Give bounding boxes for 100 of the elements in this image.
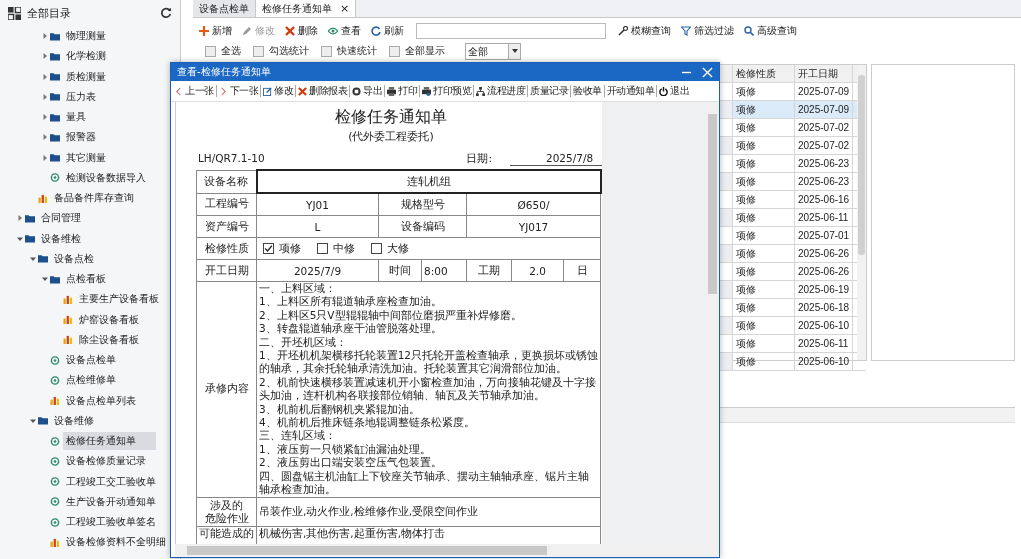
field-label: 工期 bbox=[466, 259, 512, 282]
printer-icon bbox=[422, 86, 431, 96]
caret-icon[interactable] bbox=[42, 134, 48, 141]
table-cell: 项修 bbox=[733, 191, 795, 208]
toolbar-button[interactable]: 查看 bbox=[326, 24, 363, 38]
search-option-button[interactable]: 高级查询 bbox=[742, 24, 799, 38]
dialog-toolbar-button[interactable]: 退出 bbox=[658, 84, 690, 98]
text-line: 三、连轧区域： bbox=[259, 429, 337, 443]
tab[interactable]: 设备点检单 bbox=[193, 0, 256, 17]
scope-dropdown[interactable]: 全部 bbox=[465, 42, 521, 60]
table-cell: 项修 bbox=[733, 353, 795, 370]
folder-icon bbox=[37, 254, 48, 264]
tree-item[interactable]: 其它测量 bbox=[63, 148, 109, 167]
gear-icon bbox=[50, 173, 60, 183]
checkbox[interactable] bbox=[253, 45, 264, 57]
tree-item[interactable]: 点检维修单 bbox=[63, 371, 119, 390]
toolbar-button[interactable]: 刷新 bbox=[369, 24, 406, 38]
table-cell: 2025-07-02 bbox=[795, 137, 853, 154]
dialog-toolbar-button[interactable]: 删除报表 bbox=[297, 84, 348, 98]
caret-icon[interactable] bbox=[17, 235, 23, 242]
tree-item[interactable]: 合同管理 bbox=[38, 209, 84, 228]
tree-item[interactable]: 主要生产设备看板 bbox=[75, 290, 162, 309]
caret-icon[interactable] bbox=[42, 73, 48, 80]
caret-icon[interactable] bbox=[42, 276, 48, 283]
caret-icon[interactable] bbox=[29, 417, 36, 424]
column-header[interactable]: 开工日期 bbox=[795, 65, 853, 82]
toolbar-button[interactable]: 删除 bbox=[283, 24, 320, 38]
caret-icon[interactable] bbox=[17, 215, 23, 222]
dialog-toolbar-button[interactable]: 上一张 bbox=[173, 84, 215, 98]
tree-item[interactable]: 备品备件库存查询 bbox=[50, 189, 137, 208]
caret-icon[interactable] bbox=[42, 53, 48, 60]
scrollbar[interactable] bbox=[706, 102, 719, 557]
checkbox[interactable] bbox=[371, 243, 382, 254]
table-cell: 项修 bbox=[733, 209, 795, 226]
checkbox[interactable] bbox=[317, 243, 328, 254]
tree-item[interactable]: 物理测量 bbox=[63, 27, 109, 46]
toolbar-button[interactable]: 新增 bbox=[197, 24, 234, 38]
dialog-toolbar-button[interactable]: 导出 bbox=[351, 84, 383, 98]
caret-icon[interactable] bbox=[42, 33, 48, 40]
field-label: 危险作业 bbox=[203, 511, 250, 525]
column-header[interactable]: 检修性质 bbox=[733, 65, 795, 82]
tab[interactable]: 检修任务通知单 × bbox=[256, 0, 357, 17]
tree-item[interactable]: 设备检修质量记录 bbox=[63, 452, 149, 471]
tree-item[interactable]: 生产设备开动通知单 bbox=[63, 492, 159, 511]
dialog-toolbar-button[interactable]: 修改 bbox=[262, 84, 294, 98]
tree-item[interactable]: 除尘设备看板 bbox=[75, 330, 142, 349]
refresh-icon[interactable] bbox=[160, 7, 172, 19]
checkbox-label: 全选 bbox=[221, 44, 241, 58]
checkbox-label: 快速统计 bbox=[337, 44, 377, 58]
search-option-button[interactable]: 筛选过滤 bbox=[679, 24, 736, 38]
search-option-button[interactable]: 模糊查询 bbox=[616, 24, 673, 38]
tree-item[interactable]: 设备点检 bbox=[50, 249, 97, 268]
sidebar-title: 全部目录 bbox=[27, 5, 72, 21]
form-subtitle: (代外委工程委托) bbox=[347, 129, 435, 144]
tree-item[interactable]: 检测设备数据导入 bbox=[63, 168, 149, 187]
folder-icon bbox=[37, 416, 48, 426]
caret-icon[interactable] bbox=[42, 93, 48, 100]
tree-item[interactable]: 炉窑设备看板 bbox=[75, 310, 142, 329]
tree-item[interactable]: 质检测量 bbox=[63, 67, 109, 86]
field-label: 检修性质 bbox=[196, 237, 257, 260]
tree-item[interactable]: 设备维检 bbox=[38, 229, 84, 248]
dialog-toolbar-button[interactable]: 验收单 bbox=[572, 84, 603, 98]
checkbox[interactable] bbox=[321, 45, 332, 57]
dialog-toolbar-button[interactable]: 质量记录 bbox=[529, 84, 569, 98]
tree-item[interactable]: 检修任务通知单 bbox=[63, 432, 156, 451]
form-code: LH/QR7.1-10 bbox=[198, 152, 265, 166]
tree-item[interactable]: 设备检修资料不全明细 bbox=[63, 533, 169, 552]
caret-icon[interactable] bbox=[42, 154, 48, 161]
tree-item[interactable]: 工程竣工验收单签名 bbox=[63, 513, 159, 532]
dialog-toolbar-button[interactable]: 打印预览 bbox=[421, 84, 472, 98]
checkbox[interactable] bbox=[389, 45, 400, 57]
dialog-toolbar-button[interactable]: 开动通知单 bbox=[605, 84, 655, 98]
table-cell: 2025-06-23 bbox=[795, 173, 853, 190]
tree-item[interactable]: 设备点检单列表 bbox=[63, 391, 139, 410]
tree-item[interactable]: 设备点检单 bbox=[63, 351, 119, 370]
tree-item[interactable]: 量具 bbox=[63, 108, 89, 127]
dialog-toolbar-button[interactable]: 下一张 bbox=[217, 84, 259, 98]
close-icon[interactable] bbox=[702, 66, 713, 78]
caret-icon[interactable] bbox=[42, 114, 48, 121]
field-label: 时间 bbox=[378, 259, 422, 282]
tree-item[interactable]: 报警器 bbox=[63, 128, 99, 147]
checkbox[interactable] bbox=[263, 243, 274, 254]
table-cell: 项修 bbox=[733, 299, 795, 316]
tree-item[interactable]: 点检看板 bbox=[63, 270, 109, 289]
folder-icon bbox=[50, 274, 60, 284]
tree-item[interactable]: 工程竣工交工验收单 bbox=[63, 472, 159, 491]
checkbox[interactable] bbox=[205, 45, 216, 57]
dialog-toolbar-button[interactable]: 流程进度 bbox=[475, 84, 526, 98]
table-cell: 2025-06-26 bbox=[795, 263, 853, 280]
tree-item[interactable]: 化学检测 bbox=[63, 47, 109, 66]
dialog-toolbar-button[interactable]: 打印 bbox=[386, 84, 418, 98]
table-cell: 2025-06-16 bbox=[795, 191, 853, 208]
tree-item[interactable]: 压力表 bbox=[63, 87, 99, 106]
checkbox-label: 全部显示 bbox=[405, 44, 445, 58]
search-field[interactable] bbox=[416, 23, 606, 39]
bar-chart-icon bbox=[62, 315, 73, 325]
caret-icon[interactable] bbox=[29, 255, 36, 262]
tree-item[interactable]: 设备维修 bbox=[50, 411, 97, 430]
table-cell: 2025-06-10 bbox=[795, 353, 853, 370]
table-cell: 项修 bbox=[733, 173, 795, 190]
